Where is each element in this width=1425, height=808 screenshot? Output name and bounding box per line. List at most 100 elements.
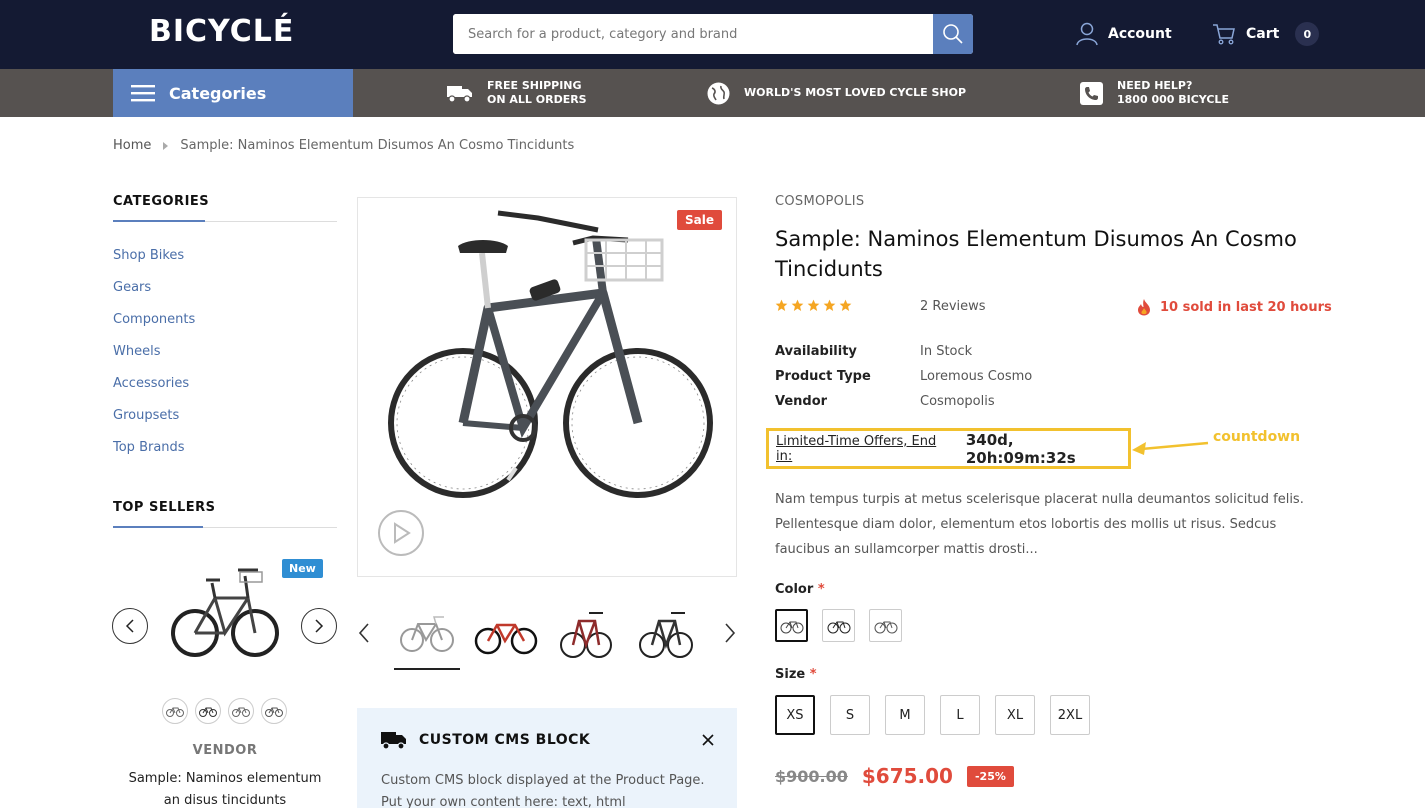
- search-input[interactable]: [453, 14, 933, 54]
- category-item[interactable]: Top Brands: [113, 440, 195, 472]
- user-icon: [1076, 22, 1098, 46]
- category-item[interactable]: Components: [113, 312, 195, 344]
- bike-thumb-icon: [265, 707, 283, 717]
- search-button[interactable]: [933, 14, 973, 54]
- play-video-button[interactable]: [378, 510, 424, 556]
- category-item[interactable]: Groupsets: [113, 408, 195, 440]
- main-product-image[interactable]: Sale: [357, 197, 737, 577]
- thumbnail-2[interactable]: [473, 600, 539, 670]
- breadcrumb: Home Sample: Naminos Elementum Disumos A…: [113, 138, 574, 153]
- top-seller-swatch[interactable]: [195, 698, 221, 724]
- thumbnail-1[interactable]: [394, 600, 460, 670]
- new-badge: New: [282, 559, 323, 578]
- feature-line1: FREE SHIPPING: [487, 79, 582, 92]
- thumbnail-next-button[interactable]: [723, 622, 737, 648]
- top-seller-swatch[interactable]: [162, 698, 188, 724]
- color-swatch-2[interactable]: [822, 609, 855, 642]
- bike-thumb-icon: [232, 707, 250, 717]
- categories-menu-button[interactable]: Categories: [113, 69, 353, 117]
- truck-icon: [381, 732, 406, 750]
- custom-cms-block: CUSTOM CMS BLOCK Custom CMS block displa…: [357, 708, 737, 808]
- phone-icon: [1080, 81, 1103, 105]
- thumbnail-4[interactable]: [633, 600, 699, 670]
- color-swatches: [775, 609, 902, 642]
- chevron-right-icon: [315, 619, 324, 633]
- cart-count-badge: 0: [1295, 22, 1320, 46]
- star-icon: [775, 299, 788, 311]
- size-options: XS S M L XL 2XL: [775, 695, 1090, 735]
- meta-value: Cosmopolis: [920, 394, 995, 409]
- color-swatch-3[interactable]: [869, 609, 902, 642]
- countdown-value: 340d, 20h:09m:32s: [965, 430, 1076, 467]
- sale-price: $675.00: [861, 764, 953, 788]
- top-seller-name[interactable]: Sample: Naminos elementum an disus tinci…: [113, 768, 337, 808]
- size-option-xs[interactable]: XS: [775, 695, 815, 735]
- meta-row-product-type: Product Type Loremous Cosmo: [775, 369, 1032, 394]
- star-icon: [791, 299, 804, 311]
- product-vendor[interactable]: COSMOPOLIS: [775, 194, 864, 209]
- size-option-2xl[interactable]: 2XL: [1050, 695, 1090, 735]
- category-item[interactable]: Shop Bikes: [113, 248, 195, 280]
- sold-indicator: 10 sold in last 20 hours: [1136, 298, 1332, 316]
- cart-icon: [1213, 24, 1235, 45]
- account-label: Account: [1108, 26, 1172, 42]
- top-seller-name-line1: Sample: Naminos elementum: [128, 771, 322, 786]
- top-seller-swatch[interactable]: [261, 698, 287, 724]
- bike-thumb-icon: [560, 612, 612, 658]
- top-seller-swatch[interactable]: [228, 698, 254, 724]
- top-seller-product-image[interactable]: [170, 558, 280, 673]
- required-marker: *: [809, 667, 817, 682]
- feature-line2: 1800 000 BICYCLE: [1117, 93, 1229, 106]
- meta-row-availability: Availability In Stock: [775, 344, 1032, 369]
- site-logo[interactable]: BICYCLÉ: [149, 14, 294, 49]
- top-sellers-prev-button[interactable]: [112, 608, 148, 644]
- bike-thumb-icon: [166, 707, 184, 717]
- breadcrumb-home[interactable]: Home: [113, 138, 151, 153]
- meta-value: In Stock: [920, 344, 973, 359]
- thumbnail-strip: [357, 600, 737, 675]
- top-sellers-heading: TOP SELLERS: [113, 500, 216, 515]
- cms-close-button[interactable]: [701, 732, 715, 751]
- rating-stars: [775, 299, 852, 312]
- countdown-label: Limited-Time Offers, End in:: [776, 433, 937, 464]
- feature-line1: WORLD'S MOST LOVED CYCLE SHOP: [744, 86, 967, 99]
- account-link[interactable]: Account: [1076, 22, 1172, 46]
- thumbnail-prev-button[interactable]: [357, 622, 371, 648]
- star-icon: [839, 299, 852, 311]
- top-seller-vendor: VENDOR: [192, 743, 258, 758]
- categories-label: Categories: [169, 83, 267, 103]
- reviews-link[interactable]: 2 Reviews: [920, 299, 986, 314]
- size-option-l[interactable]: L: [940, 695, 980, 735]
- cart-link[interactable]: Cart 0: [1212, 22, 1320, 46]
- thumbnail-3[interactable]: [553, 600, 619, 670]
- meta-key: Availability: [775, 344, 857, 359]
- top-seller-name-line2: an disus tincidunts: [163, 793, 287, 808]
- size-option-s[interactable]: S: [830, 695, 870, 735]
- product-meta: Availability In Stock Product Type Lorem…: [775, 344, 1032, 419]
- feature-line1: NEED HELP?: [1117, 79, 1193, 92]
- size-option-xl[interactable]: XL: [995, 695, 1035, 735]
- sold-text: 10 sold in last 20 hours: [1160, 299, 1332, 315]
- globe-icon: [707, 82, 730, 104]
- countdown-annotation: countdown: [1213, 429, 1301, 445]
- cart-label: Cart: [1246, 26, 1280, 42]
- hamburger-icon: [131, 85, 155, 102]
- category-item[interactable]: Gears: [113, 280, 195, 312]
- color-swatch-1[interactable]: [775, 609, 808, 642]
- bike-thumb-icon: [639, 612, 693, 658]
- size-option-m[interactable]: M: [885, 695, 925, 735]
- meta-key: Product Type: [775, 369, 871, 384]
- category-item[interactable]: Wheels: [113, 344, 195, 376]
- feature-line2: ON ALL ORDERS: [487, 93, 587, 106]
- close-icon: [702, 734, 714, 746]
- category-item[interactable]: Accessories: [113, 376, 195, 408]
- categories-divider: [113, 220, 337, 222]
- top-seller-swatches: [162, 698, 287, 724]
- bike-thumb-icon: [199, 707, 217, 717]
- chevron-left-icon: [358, 623, 369, 643]
- color-label-text: Color: [775, 582, 814, 597]
- bike-thumb-icon: [874, 621, 897, 633]
- top-sellers-divider: [113, 526, 337, 528]
- top-sellers-next-button[interactable]: [301, 608, 337, 644]
- cms-title: CUSTOM CMS BLOCK: [419, 732, 591, 748]
